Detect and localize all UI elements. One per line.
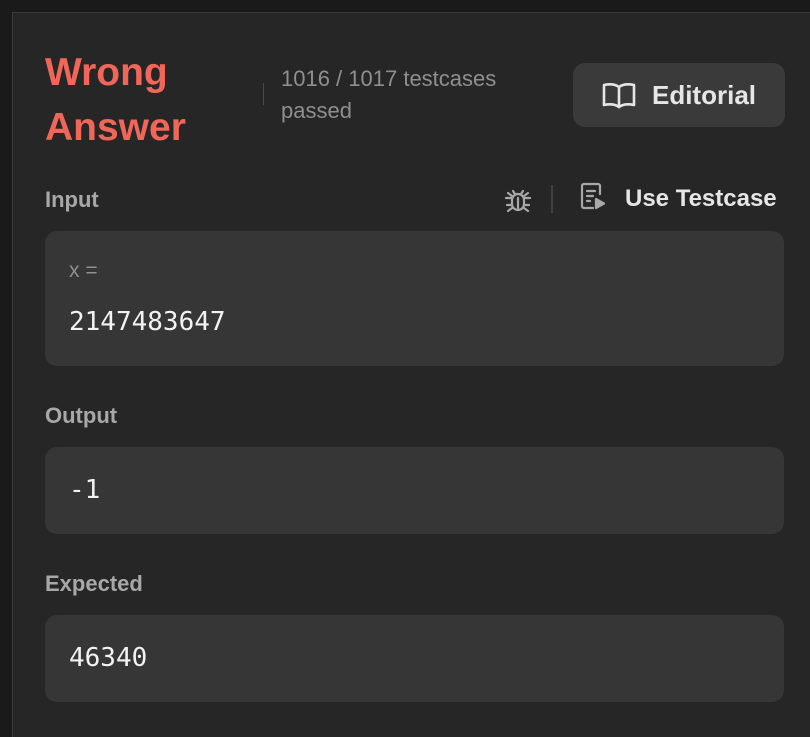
document-play-icon	[579, 181, 607, 218]
verdict-title: Wrong Answer	[45, 51, 186, 149]
input-variable-name: x =	[69, 259, 98, 282]
bug-icon[interactable]	[503, 184, 533, 214]
expected-label: Expected	[45, 571, 143, 596]
header-divider	[263, 83, 264, 105]
submission-result-panel: Wrong Answer 1016 / 1017 testcases passe…	[12, 12, 810, 737]
output-label: Output	[45, 403, 118, 428]
output-box: -1	[45, 447, 784, 534]
input-toolbar: Use Testcase	[503, 181, 777, 218]
use-testcase-label: Use Testcase	[625, 185, 777, 212]
editorial-button[interactable]: Editorial	[573, 63, 785, 127]
editorial-label: Editorial	[651, 79, 756, 110]
output-value: -1	[69, 475, 101, 505]
expected-value: 46340	[69, 643, 148, 673]
input-box: x = 2147483647	[45, 231, 784, 366]
book-open-icon	[602, 81, 636, 109]
testcases-passed-text: 1016 / 1017 testcases passed	[281, 66, 497, 123]
toolbar-divider	[551, 185, 553, 213]
input-value: 2147483647	[69, 307, 226, 337]
use-testcase-button[interactable]: Use Testcase	[579, 181, 777, 218]
input-label: Input	[45, 187, 99, 212]
expected-box: 46340	[45, 615, 784, 702]
